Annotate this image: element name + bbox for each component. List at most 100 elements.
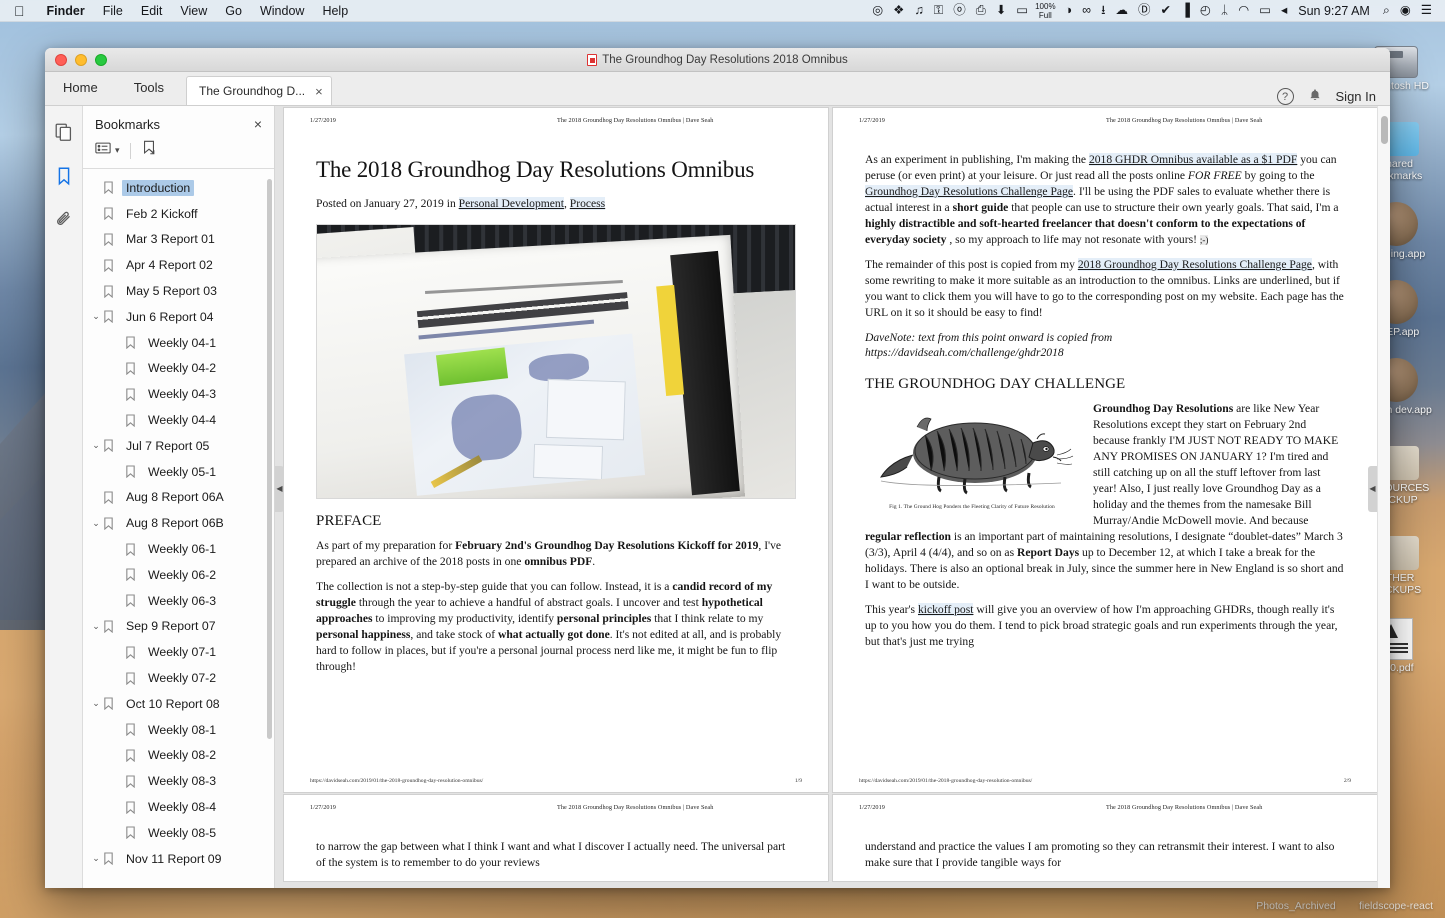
sign-in-button[interactable]: Sign In: [1336, 89, 1376, 104]
bookmark-item[interactable]: ⌄Oct 10 Report 08: [83, 691, 274, 717]
bookmarks-icon[interactable]: [52, 164, 76, 188]
disk-icon[interactable]: ◑: [1065, 4, 1073, 17]
menu-help[interactable]: Help: [313, 4, 357, 18]
close-tab-icon[interactable]: ×: [315, 84, 323, 99]
spotify-icon[interactable]: ♫: [914, 4, 923, 17]
bookmark-item[interactable]: Weekly 07-1: [83, 639, 274, 665]
bookmark-item[interactable]: Weekly 06-2: [83, 562, 274, 588]
desktop-folder-label-fieldscope-react[interactable]: fieldscope-react: [1351, 900, 1441, 912]
cloud-icon[interactable]: ☁: [1115, 4, 1128, 17]
chevron-down-icon[interactable]: ⌄: [89, 621, 103, 632]
page-thumbnails-icon[interactable]: [52, 120, 76, 144]
wifi-icon[interactable]: ◠: [1238, 4, 1249, 17]
chevron-down-icon[interactable]: ⌄: [89, 853, 103, 864]
lock-icon[interactable]: ⚿: [934, 4, 944, 17]
collapse-right-panel-button[interactable]: ◀: [1368, 466, 1377, 512]
pdf-page-2[interactable]: 1/27/2019 The 2018 Groundhog Day Resolut…: [833, 108, 1377, 792]
pdf-page-4[interactable]: 1/27/2019 The 2018 Groundhog Day Resolut…: [833, 795, 1377, 881]
bookmark-item[interactable]: Weekly 08-1: [83, 717, 274, 743]
bookmark-item[interactable]: Apr 4 Report 02: [83, 252, 274, 278]
close-icon[interactable]: ×: [254, 116, 262, 132]
bookmark-item[interactable]: ⌄ Aug 8 Report 06B: [83, 510, 274, 536]
link-ghdr-omnibus-pdf[interactable]: 2018 GHDR Omnibus available as a $1 PDF: [1089, 153, 1297, 166]
bookmarks-list[interactable]: IntroductionFeb 2 KickoffMar 3 Report 01…: [83, 169, 274, 888]
menu-finder[interactable]: Finder: [38, 4, 94, 18]
bookmark-item[interactable]: Weekly 04-1: [83, 330, 274, 356]
bookmark-item[interactable]: Introduction: [83, 175, 274, 201]
category-link-personal-development[interactable]: Personal Development: [459, 197, 564, 210]
menu-view[interactable]: View: [171, 4, 216, 18]
window-titlebar[interactable]: The Groundhog Day Resolutions 2018 Omnib…: [45, 48, 1390, 72]
link-challenge-page-2[interactable]: 2018 Groundhog Day Resolutions Challenge…: [1078, 258, 1312, 271]
bluetooth-icon[interactable]: ᛦ: [1221, 4, 1229, 17]
history-icon[interactable]: ◴: [1200, 4, 1211, 17]
timer-icon[interactable]: ⓞ: [953, 4, 966, 17]
menu-go[interactable]: Go: [216, 4, 251, 18]
volume-icon[interactable]: ◂: [1281, 4, 1287, 17]
bookmark-item[interactable]: Weekly 08-4: [83, 794, 274, 820]
notification-bell-icon[interactable]: [1308, 88, 1322, 105]
viewer-scrollbar[interactable]: [1377, 106, 1390, 888]
tab-home[interactable]: Home: [45, 71, 116, 105]
bookmark-item[interactable]: ⌄Jul 7 Report 05: [83, 433, 274, 459]
bookmark-label: Aug 8 Report 06B: [122, 515, 228, 531]
new-bookmark-icon[interactable]: [141, 140, 157, 161]
airplay-icon[interactable]: ▭: [1259, 4, 1271, 17]
list-options-icon[interactable]: [95, 141, 111, 160]
pdf-page-1[interactable]: 1/27/2019 The 2018 Groundhog Day Resolut…: [284, 108, 828, 792]
siri-icon[interactable]: ◉: [1400, 4, 1411, 17]
bookmark-item[interactable]: Weekly 06-1: [83, 536, 274, 562]
collapse-left-panel-button[interactable]: ◀: [275, 466, 284, 512]
viewer-scrollbar-thumb[interactable]: [1381, 116, 1388, 144]
bars-icon[interactable]: ▐: [1181, 4, 1190, 17]
infinity-icon[interactable]: ∞: [1082, 4, 1091, 17]
search-icon[interactable]: ⌕: [1383, 4, 1390, 17]
menu-edit[interactable]: Edit: [132, 4, 172, 18]
download-shield-icon[interactable]: ⬇: [996, 4, 1006, 17]
menu-window[interactable]: Window: [251, 4, 313, 18]
bookmark-item[interactable]: Weekly 04-2: [83, 356, 274, 382]
dropbox-icon[interactable]: ❖: [893, 4, 904, 17]
link-kickoff-post[interactable]: kickoff post: [918, 603, 974, 616]
chevron-down-icon[interactable]: ⌄: [89, 311, 103, 322]
bookmark-item[interactable]: Weekly 07-2: [83, 665, 274, 691]
bookmark-item[interactable]: Weekly 04-4: [83, 407, 274, 433]
apple-menu-icon[interactable]: : [14, 4, 25, 18]
bookmark-item[interactable]: ⌄Jun 6 Report 04: [83, 304, 274, 330]
bookmark-item[interactable]: Weekly 08-3: [83, 768, 274, 794]
bookmark-item[interactable]: ⌄Nov 11 Report 09: [83, 846, 274, 872]
bookmark-item[interactable]: Aug 8 Report 06A: [83, 485, 274, 511]
bookmark-item[interactable]: ⌄ Sep 9 Report 07: [83, 614, 274, 640]
chevron-down-icon[interactable]: ⌄: [89, 698, 103, 709]
category-link-process[interactable]: Process: [570, 197, 605, 210]
bookmark-item[interactable]: Weekly 04-3: [83, 381, 274, 407]
download-icon[interactable]: ⭳: [1101, 4, 1105, 17]
bookmark-item[interactable]: Weekly 08-5: [83, 820, 274, 846]
desktop-folder-label-photos-archived[interactable]: Photos_Archived: [1251, 900, 1341, 912]
printer-icon[interactable]: ⎙: [976, 4, 986, 17]
record-icon[interactable]: ◎: [872, 4, 883, 17]
bookmark-item[interactable]: Feb 2 Kickoff: [83, 201, 274, 227]
control-center-icon[interactable]: ☰: [1421, 4, 1432, 17]
chevron-down-icon[interactable]: ⌄: [89, 518, 103, 529]
tab-tools[interactable]: Tools: [116, 71, 182, 105]
bookmark-item[interactable]: May 5 Report 03: [83, 278, 274, 304]
chevron-down-icon[interactable]: ⌄: [89, 440, 103, 451]
bookmarks-scrollbar[interactable]: [267, 179, 272, 739]
battery-icon[interactable]: ▭: [1016, 4, 1028, 17]
help-icon[interactable]: ?: [1277, 88, 1294, 105]
bookmark-label: Sep 9 Report 07: [122, 618, 220, 634]
document-tab[interactable]: The Groundhog D... ×: [186, 76, 332, 105]
bookmark-item[interactable]: Weekly 05-1: [83, 459, 274, 485]
chevron-down-icon[interactable]: ▾: [115, 145, 120, 156]
bookmark-item[interactable]: Mar 3 Report 01: [83, 227, 274, 253]
link-challenge-page[interactable]: Groundhog Day Resolutions Challenge Page: [865, 185, 1073, 198]
check-icon[interactable]: ✔: [1160, 4, 1170, 17]
dropbox-alt-icon[interactable]: Ⓓ: [1138, 4, 1151, 17]
attachments-icon[interactable]: [52, 208, 76, 232]
bookmark-item[interactable]: Weekly 06-3: [83, 588, 274, 614]
menu-bar-clock[interactable]: Sun 9:27 AM: [1298, 4, 1370, 18]
bookmark-item[interactable]: Weekly 08-2: [83, 743, 274, 769]
pdf-page-3[interactable]: 1/27/2019 The 2018 Groundhog Day Resolut…: [284, 795, 828, 881]
menu-file[interactable]: File: [94, 4, 132, 18]
